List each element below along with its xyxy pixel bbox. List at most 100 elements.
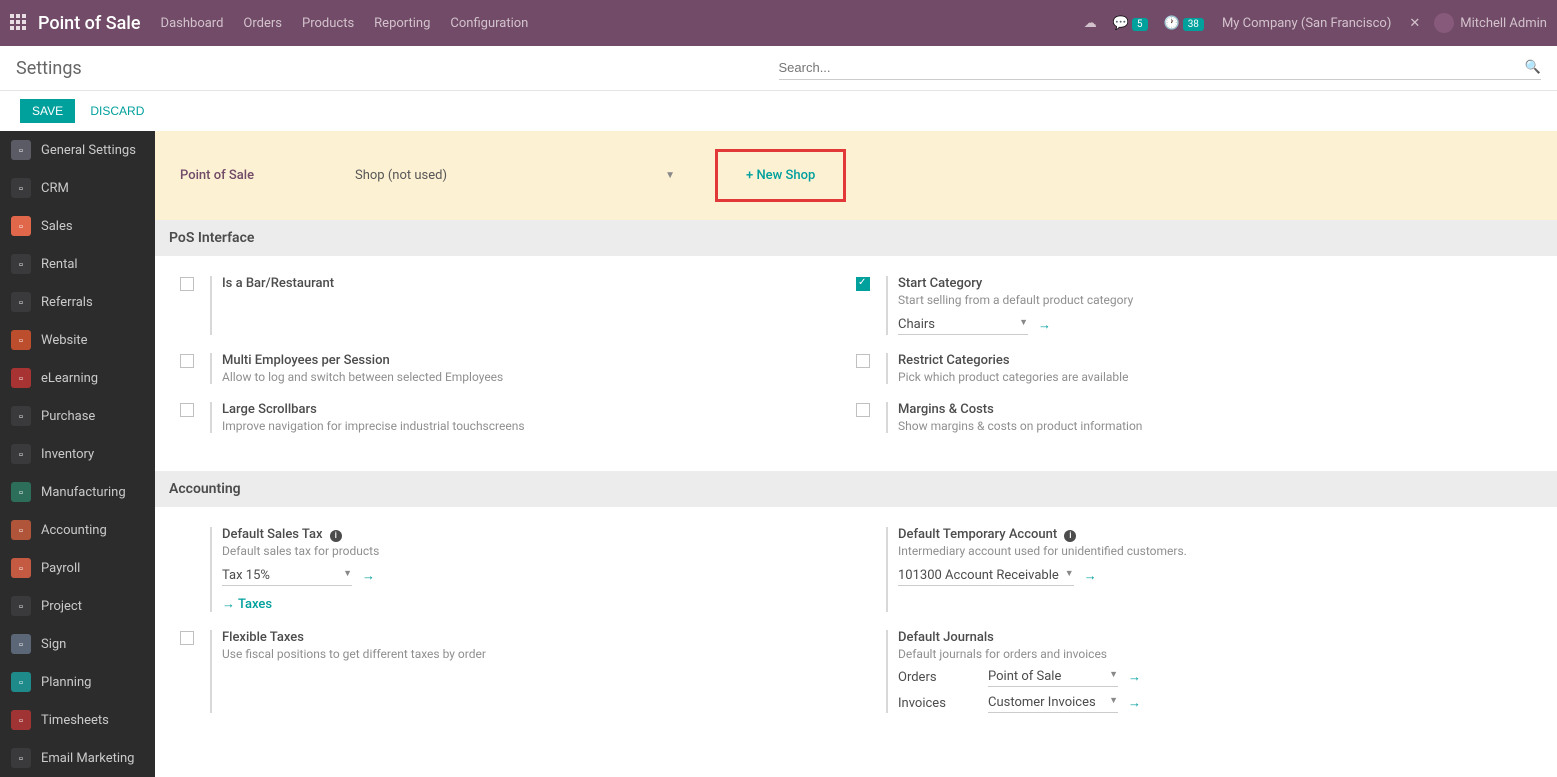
label-restrict-categories: Restrict Categories — [898, 353, 1532, 368]
nav-dashboard[interactable]: Dashboard — [161, 16, 224, 31]
nav-reporting[interactable]: Reporting — [374, 16, 430, 31]
label-start-category: Start Category — [898, 276, 1532, 291]
label-multi-employees: Multi Employees per Session — [222, 353, 856, 368]
save-button[interactable]: SAVE — [20, 99, 75, 123]
chevron-down-icon: ▼ — [1019, 317, 1028, 332]
messages-icon[interactable]: 💬5 — [1113, 16, 1148, 31]
checkbox-bar-restaurant[interactable] — [180, 277, 194, 291]
sidebar-item-label: Email Marketing — [41, 751, 144, 766]
desc-restrict-categories: Pick which product categories are availa… — [898, 370, 1532, 384]
sidebar-item-label: Project — [41, 599, 144, 614]
start-category-select[interactable]: Chairs ▼ — [898, 315, 1028, 335]
section-pos-interface: PoS Interface — [155, 220, 1557, 256]
sidebar-app-icon: ▫ — [11, 558, 31, 578]
sidebar-item-sign[interactable]: ▫ Sign — [0, 625, 155, 663]
sidebar-item-sales[interactable]: ▫ Sales — [0, 207, 155, 245]
sidebar-app-icon: ▫ — [11, 520, 31, 540]
sidebar-item-purchase[interactable]: ▫ Purchase — [0, 397, 155, 435]
support-icon[interactable]: ☁ — [1084, 16, 1097, 31]
sidebar-app-icon: ▫ — [11, 710, 31, 730]
search-input[interactable] — [779, 60, 1519, 75]
sidebar-item-label: Sales — [41, 219, 144, 234]
activities-icon[interactable]: 🕐38 — [1164, 16, 1204, 31]
new-shop-button[interactable]: + New Shop — [746, 168, 815, 183]
info-icon[interactable]: i — [1064, 530, 1076, 542]
default-tax-value: Tax 15% — [222, 568, 270, 583]
orders-journal-link-icon[interactable]: → — [1128, 669, 1141, 685]
sidebar-item-accounting[interactable]: ▫Accounting — [0, 511, 155, 549]
checkbox-multi-employees[interactable] — [180, 354, 194, 368]
nav-orders[interactable]: Orders — [243, 16, 282, 31]
company-selector[interactable]: My Company (San Francisco) — [1222, 16, 1391, 31]
sidebar-item-elearning[interactable]: ▫eLearning — [0, 359, 155, 397]
checkbox-restrict-categories[interactable] — [856, 354, 870, 368]
orders-journal-select[interactable]: Point of Sale ▼ — [988, 667, 1118, 687]
user-name[interactable]: Mitchell Admin — [1460, 16, 1547, 31]
sidebar-app-icon: ▫ — [11, 406, 31, 426]
label-bar-restaurant: Is a Bar/Restaurant — [222, 276, 856, 291]
sidebar-app-icon: ▫ — [11, 748, 31, 768]
info-icon[interactable]: i — [330, 530, 342, 542]
sidebar-item-label: Referrals — [41, 295, 144, 310]
page-title: Settings — [16, 58, 779, 79]
sidebar-item-inventory[interactable]: ▫Inventory — [0, 435, 155, 473]
sidebar-item-label: Website — [41, 333, 144, 348]
checkbox-flexible-taxes[interactable] — [180, 631, 194, 645]
default-tax-select[interactable]: Tax 15% ▼ — [222, 566, 352, 586]
sidebar-app-icon: ▫ — [11, 596, 31, 616]
invoices-journal-select[interactable]: Customer Invoices ▼ — [988, 693, 1118, 713]
start-category-link-icon[interactable]: → — [1038, 317, 1051, 333]
sidebar-item-label: Purchase — [41, 409, 144, 424]
sidebar-item-website[interactable]: ▫Website — [0, 321, 155, 359]
nav-products[interactable]: Products — [302, 16, 354, 31]
search-icon[interactable]: 🔍 — [1525, 60, 1541, 75]
sidebar-item-rental[interactable]: ▫Rental — [0, 245, 155, 283]
sidebar-item-planning[interactable]: ▫Planning — [0, 663, 155, 701]
action-bar: SAVE DISCARD — [0, 91, 1557, 131]
default-tax-link-icon[interactable]: → — [362, 568, 375, 584]
sidebar-item-label: Timesheets — [41, 713, 144, 728]
nav-configuration[interactable]: Configuration — [450, 16, 528, 31]
messages-badge: 5 — [1132, 18, 1148, 31]
sidebar-item-manufacturing[interactable]: ▫Manufacturing — [0, 473, 155, 511]
sidebar-app-icon: ▫ — [11, 672, 31, 692]
sidebar-item-label: Sign — [41, 637, 144, 652]
sidebar-item-general-settings[interactable]: ▫General Settings — [0, 131, 155, 169]
label-default-journals: Default Journals — [898, 630, 1532, 645]
sidebar-item-referrals[interactable]: ▫Referrals — [0, 283, 155, 321]
sidebar-app-icon: ▫ — [11, 216, 31, 236]
checkbox-large-scrollbars[interactable] — [180, 403, 194, 417]
pos-field-label: Point of Sale — [180, 168, 355, 183]
start-category-value: Chairs — [898, 317, 935, 332]
debug-icon[interactable]: ✕ — [1409, 16, 1420, 31]
desc-large-scrollbars: Improve navigation for imprecise industr… — [222, 419, 856, 433]
taxes-link[interactable]: Taxes — [222, 596, 272, 612]
sidebar-item-timesheets[interactable]: ▫ Timesheets — [0, 701, 155, 739]
setting-large-scrollbars: Large Scrollbars Improve navigation for … — [180, 402, 856, 433]
pos-config-bar: Point of Sale Shop (not used) ▼ + New Sh… — [155, 131, 1557, 220]
sidebar-item-label: Payroll — [41, 561, 144, 576]
shop-selector[interactable]: Shop (not used) ▼ — [355, 168, 675, 184]
setting-margins-costs: Margins & Costs Show margins & costs on … — [856, 402, 1532, 433]
sidebar-item-email-marketing[interactable]: ▫ Email Marketing — [0, 739, 155, 777]
sidebar-item-payroll[interactable]: ▫ Payroll — [0, 549, 155, 587]
desc-flexible-taxes: Use fiscal positions to get different ta… — [222, 647, 856, 661]
settings-sidebar: ▫General Settings▫CRM▫Sales▫Rental▫Refer… — [0, 131, 155, 777]
checkbox-margins-costs[interactable] — [856, 403, 870, 417]
checkbox-start-category[interactable] — [856, 277, 870, 291]
chevron-down-icon: ▼ — [343, 568, 352, 583]
sidebar-item-crm[interactable]: ▫CRM — [0, 169, 155, 207]
apps-menu-icon[interactable] — [10, 14, 28, 32]
chevron-down-icon: ▼ — [665, 170, 675, 181]
chevron-down-icon: ▼ — [1065, 568, 1074, 583]
user-avatar[interactable] — [1434, 13, 1454, 33]
discard-button[interactable]: DISCARD — [90, 104, 144, 118]
temp-account-select[interactable]: 101300 Account Receivable ▼ — [898, 566, 1074, 586]
new-shop-highlight: + New Shop — [715, 149, 846, 202]
brand-title[interactable]: Point of Sale — [38, 13, 141, 34]
invoices-journal-link-icon[interactable]: → — [1128, 695, 1141, 711]
temp-account-link-icon[interactable]: → — [1084, 568, 1097, 584]
setting-default-sales-tax: Default Sales Tax i Default sales tax fo… — [180, 527, 856, 612]
sidebar-item-project[interactable]: ▫ Project — [0, 587, 155, 625]
sidebar-app-icon: ▫ — [11, 634, 31, 654]
